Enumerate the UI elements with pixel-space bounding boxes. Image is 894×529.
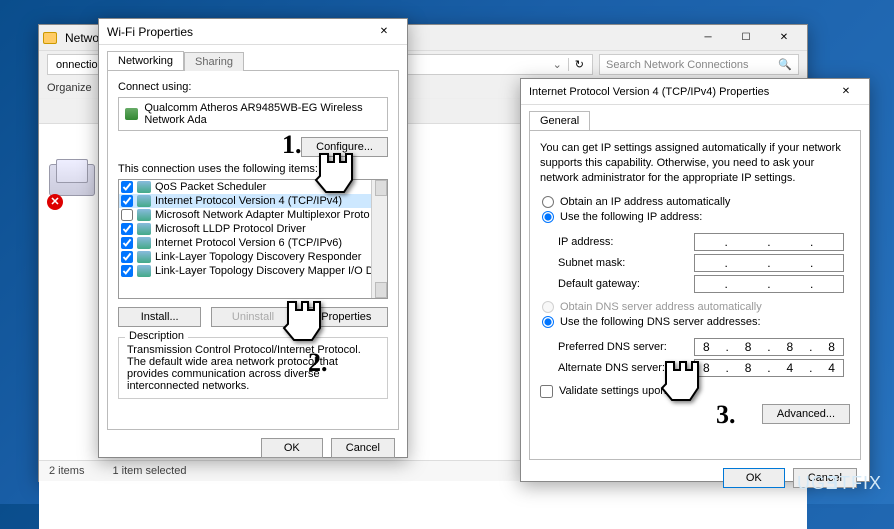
- alt-dns-label: Alternate DNS server:: [558, 362, 688, 374]
- ok-button[interactable]: OK: [723, 468, 785, 488]
- folder-icon: [43, 32, 57, 44]
- ok-button[interactable]: OK: [261, 438, 323, 458]
- item-checkbox[interactable]: [121, 195, 133, 207]
- wifi-properties-dialog: Wi-Fi Properties ✕ Networking Sharing Co…: [98, 18, 408, 458]
- ip-address-input[interactable]: ...: [694, 233, 844, 251]
- pref-dns-label: Preferred DNS server:: [558, 341, 688, 353]
- list-item[interactable]: Link-Layer Topology Discovery Mapper I/O…: [119, 264, 387, 278]
- nic-icon: [125, 108, 138, 120]
- radio-auto-dns: Obtain DNS server address automatically: [542, 301, 850, 313]
- item-checkbox[interactable]: [121, 237, 133, 249]
- list-item[interactable]: Microsoft LLDP Protocol Driver: [119, 222, 387, 236]
- protocol-icon: [137, 237, 151, 249]
- search-input[interactable]: Search Network Connections 🔍: [599, 54, 799, 75]
- description-box: Description Transmission Control Protoco…: [118, 337, 388, 399]
- properties-button[interactable]: Properties: [305, 307, 388, 327]
- tab-sharing[interactable]: Sharing: [184, 52, 244, 71]
- validate-checkbox-row[interactable]: Validate settings upon exit: [540, 385, 850, 398]
- titlebar: Wi-Fi Properties ✕: [99, 19, 407, 45]
- uninstall-button: Uninstall: [211, 307, 294, 327]
- gateway-label: Default gateway:: [558, 278, 688, 290]
- subnet-mask-input[interactable]: ...: [694, 254, 844, 272]
- protocol-icon: [137, 223, 151, 235]
- adapter-name: Qualcomm Atheros AR9485WB-EG Wireless Ne…: [144, 102, 381, 126]
- annotation-2: 2.: [308, 348, 328, 378]
- close-button[interactable]: ✕: [365, 22, 403, 42]
- protocol-icon: [137, 195, 151, 207]
- item-checkbox[interactable]: [121, 209, 133, 221]
- search-placeholder: Search Network Connections: [606, 59, 748, 71]
- item-checkbox[interactable]: [121, 265, 133, 277]
- tab-strip: Networking Sharing: [99, 45, 407, 70]
- description-legend: Description: [125, 330, 188, 342]
- status-items: 2 items: [49, 465, 84, 477]
- dropdown-icon[interactable]: ⌄: [553, 58, 562, 71]
- item-checkbox[interactable]: [121, 251, 133, 263]
- tab-strip: General: [521, 105, 869, 130]
- cancel-button[interactable]: Cancel: [331, 438, 395, 458]
- protocol-icon: [137, 265, 151, 277]
- annotation-3: 3.: [716, 400, 736, 430]
- item-label: Microsoft LLDP Protocol Driver: [155, 223, 306, 235]
- adapter-field: Qualcomm Atheros AR9485WB-EG Wireless Ne…: [118, 97, 388, 131]
- minimize-button[interactable]: ─: [689, 28, 727, 48]
- organize-button[interactable]: Organize: [47, 82, 92, 94]
- gateway-input[interactable]: ...: [694, 275, 844, 293]
- radio-auto-ip[interactable]: Obtain an IP address automatically: [542, 196, 850, 208]
- annotation-1: 1.: [282, 130, 302, 160]
- dialog-title: Internet Protocol Version 4 (TCP/IPv4) P…: [525, 86, 827, 98]
- info-text: You can get IP settings assigned automat…: [540, 141, 850, 186]
- subnet-mask-label: Subnet mask:: [558, 257, 688, 269]
- connect-using-label: Connect using:: [118, 81, 388, 93]
- ipv4-properties-dialog: Internet Protocol Version 4 (TCP/IPv4) P…: [520, 78, 870, 482]
- tab-body: You can get IP settings assigned automat…: [529, 130, 861, 460]
- list-item[interactable]: Link-Layer Topology Discovery Responder: [119, 250, 387, 264]
- alt-dns-input[interactable]: 8.8.4.4: [694, 359, 844, 377]
- list-item[interactable]: QoS Packet Scheduler: [119, 180, 387, 194]
- close-button[interactable]: ✕: [765, 28, 803, 48]
- pref-dns-input[interactable]: 8.8.8.8: [694, 338, 844, 356]
- search-icon: 🔍: [778, 58, 792, 71]
- tab-networking[interactable]: Networking: [107, 51, 184, 70]
- advanced-button[interactable]: Advanced...: [762, 404, 850, 424]
- tab-general[interactable]: General: [529, 111, 590, 130]
- titlebar: Internet Protocol Version 4 (TCP/IPv4) P…: [521, 79, 869, 105]
- item-label: QoS Packet Scheduler: [155, 181, 266, 193]
- item-label: Link-Layer Topology Discovery Mapper I/O…: [155, 265, 388, 277]
- list-item[interactable]: Internet Protocol Version 6 (TCP/IPv6): [119, 236, 387, 250]
- ip-address-label: IP address:: [558, 236, 688, 248]
- validate-checkbox[interactable]: [540, 385, 553, 398]
- item-checkbox[interactable]: [121, 181, 133, 193]
- network-adapter-icon[interactable]: ✕: [49, 164, 97, 208]
- configure-button[interactable]: Configure...: [301, 137, 388, 157]
- item-label: Microsoft Network Adapter Multiplexor Pr…: [155, 209, 370, 221]
- radio-use-dns[interactable]: Use the following DNS server addresses:: [542, 316, 850, 328]
- maximize-button[interactable]: ☐: [727, 28, 765, 48]
- refresh-icon[interactable]: ↻: [568, 58, 584, 71]
- scrollbar[interactable]: [371, 180, 387, 298]
- radio-use-ip[interactable]: Use the following IP address:: [542, 211, 850, 223]
- items-label: This connection uses the following items…: [118, 163, 388, 175]
- item-label: Link-Layer Topology Discovery Responder: [155, 251, 361, 263]
- close-button[interactable]: ✕: [827, 82, 865, 102]
- items-list[interactable]: QoS Packet Scheduler Internet Protocol V…: [118, 179, 388, 299]
- install-button[interactable]: Install...: [118, 307, 201, 327]
- item-label: Internet Protocol Version 6 (TCP/IPv6): [155, 237, 342, 249]
- list-item[interactable]: Microsoft Network Adapter Multiplexor Pr…: [119, 208, 387, 222]
- protocol-icon: [137, 251, 151, 263]
- disabled-overlay-icon: ✕: [47, 194, 63, 210]
- protocol-icon: [137, 209, 151, 221]
- item-label: Internet Protocol Version 4 (TCP/IPv4): [155, 195, 342, 207]
- list-item[interactable]: Internet Protocol Version 4 (TCP/IPv4): [119, 194, 387, 208]
- watermark: UGƎTFIX: [797, 473, 882, 494]
- protocol-icon: [137, 181, 151, 193]
- item-checkbox[interactable]: [121, 223, 133, 235]
- tab-body: Connect using: Qualcomm Atheros AR9485WB…: [107, 70, 399, 430]
- dialog-title: Wi-Fi Properties: [103, 25, 365, 39]
